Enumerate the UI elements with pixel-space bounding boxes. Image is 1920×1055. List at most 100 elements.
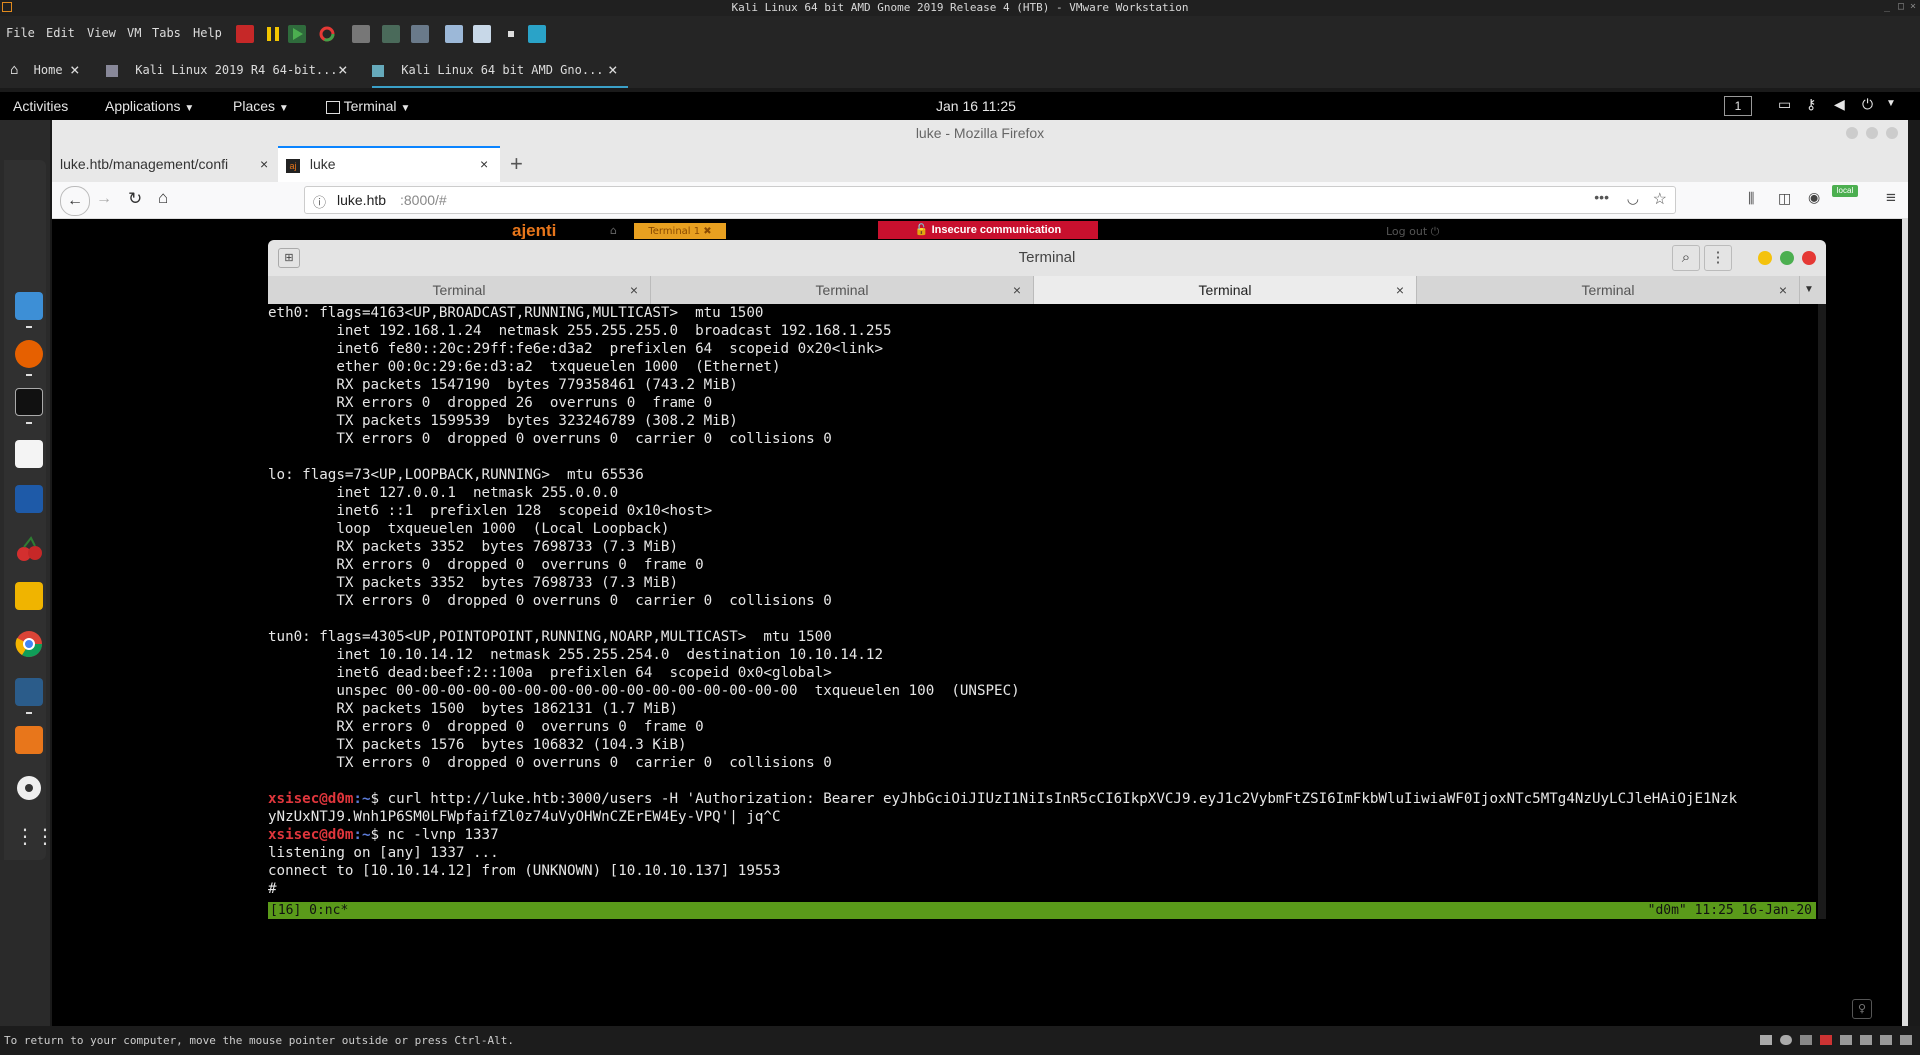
account-icon[interactable]: ◉	[1808, 189, 1820, 206]
screen-icon[interactable]: ▭	[1778, 96, 1791, 113]
refresh-icon[interactable]	[318, 25, 336, 43]
sound-icon[interactable]	[1840, 1035, 1852, 1045]
power-menu-icon[interactable]: ⏻	[1862, 96, 1873, 113]
back-button[interactable]: ←	[60, 186, 90, 216]
power-off-icon[interactable]	[236, 25, 254, 43]
settings-icon[interactable]	[15, 678, 43, 706]
logout-link[interactable]: Log out ⏻	[1386, 225, 1439, 239]
firefox-tab-luke[interactable]: aj luke ×	[278, 146, 500, 182]
reload-button[interactable]: ↻	[128, 189, 142, 209]
maximize-icon[interactable]: □	[1896, 2, 1906, 12]
console-view-icon[interactable]	[528, 25, 546, 43]
key-icon[interactable]: ⚷	[1806, 96, 1816, 113]
close-tab-icon[interactable]: ×	[1779, 276, 1787, 304]
forward-button[interactable]: →	[96, 190, 112, 208]
minimize-icon[interactable]	[1758, 251, 1772, 265]
terminal-tab-4[interactable]: Terminal ×	[1417, 276, 1800, 304]
terminal-tab-1[interactable]: Terminal ×	[268, 276, 651, 304]
hdd-icon[interactable]	[1760, 1035, 1772, 1045]
close-icon[interactable]	[1802, 251, 1816, 265]
close-tab-icon[interactable]: ×	[260, 146, 268, 182]
firefox-tab-management[interactable]: luke.htb/management/confi ×	[60, 146, 274, 182]
lightbulb-icon[interactable]: ♀	[1852, 999, 1872, 1019]
hamburger-menu-icon[interactable]: ≡	[1886, 188, 1896, 208]
terminal-icon[interactable]	[15, 388, 43, 416]
menu-view[interactable]: View	[87, 26, 116, 40]
apps-grid-icon[interactable]: ⋮⋮⋮	[15, 822, 75, 850]
maximize-icon[interactable]	[1780, 251, 1794, 265]
applications-menu[interactable]: Applications ▼	[105, 98, 194, 114]
firefox-icon[interactable]	[15, 340, 43, 368]
page-actions-icon[interactable]: •••	[1594, 189, 1609, 205]
unity-icon[interactable]	[502, 25, 520, 43]
chrome-icon[interactable]	[15, 630, 43, 658]
cherrytree-icon[interactable]	[15, 535, 43, 563]
vmware-tab-home[interactable]: ⌂ Home ×	[10, 52, 90, 88]
usb-icon[interactable]	[1820, 1035, 1832, 1045]
activities-button[interactable]: Activities	[13, 98, 68, 114]
minimize-icon[interactable]	[1846, 127, 1858, 139]
close-icon[interactable]: ×	[1908, 2, 1918, 12]
metasploit-icon[interactable]	[15, 485, 43, 513]
new-tab-button[interactable]: +	[510, 146, 523, 182]
message-icon[interactable]	[1880, 1035, 1892, 1045]
menu-vm[interactable]: VM	[127, 26, 141, 40]
workspace-indicator[interactable]: 1	[1724, 96, 1752, 116]
snapshot-manager-icon[interactable]	[411, 25, 429, 43]
search-icon[interactable]: ⌕	[1672, 245, 1700, 271]
ajenti-home-icon[interactable]: ⌂	[610, 224, 617, 237]
cd-icon[interactable]	[1780, 1035, 1792, 1045]
volume-icon[interactable]: ◀	[1834, 96, 1845, 113]
close-tab-icon[interactable]: ×	[1013, 276, 1021, 304]
caret-down-icon[interactable]: ▼	[1886, 98, 1896, 109]
url-bar[interactable]: ⓘ luke.htb :8000/# ••• ◡ ☆	[304, 186, 1676, 214]
close-tab-icon[interactable]: ×	[1396, 276, 1404, 304]
close-tab-icon[interactable]: ×	[608, 52, 618, 88]
revert-snapshot-icon[interactable]	[382, 25, 400, 43]
ajenti-terminal-tab[interactable]: Terminal 1 ✖	[634, 223, 726, 239]
close-tab-icon[interactable]: ×	[630, 276, 638, 304]
library-icon[interactable]: ⫼	[1748, 190, 1754, 207]
menu-file[interactable]: File	[6, 26, 35, 40]
home-button[interactable]: ⌂	[158, 188, 168, 208]
close-tab-icon[interactable]: ×	[70, 52, 80, 88]
menu-edit[interactable]: Edit	[46, 26, 75, 40]
terminal-app-menu[interactable]: Terminal ▼	[326, 98, 410, 114]
kebab-menu-icon[interactable]: ⋮	[1704, 245, 1732, 271]
terminal-output[interactable]: eth0: flags=4163<UP,BROADCAST,RUNNING,MU…	[268, 304, 1826, 919]
disk-icon[interactable]	[15, 774, 43, 802]
fullscreen-icon[interactable]	[473, 25, 491, 43]
library-icon[interactable]	[445, 25, 463, 43]
fullscreen-toggle-icon[interactable]	[1900, 1035, 1912, 1045]
play-icon[interactable]	[288, 25, 306, 43]
close-tab-icon[interactable]: ×	[338, 52, 348, 88]
menu-help[interactable]: Help	[193, 26, 222, 40]
insecure-warning[interactable]: 🔓 Insecure communication	[878, 221, 1098, 239]
bookmark-star-icon[interactable]: ☆	[1653, 189, 1667, 209]
maximize-icon[interactable]	[1866, 127, 1878, 139]
terminal-tab-2[interactable]: Terminal ×	[651, 276, 1034, 304]
terminal-tab-3-active[interactable]: Terminal ×	[1034, 276, 1417, 304]
pocket-icon[interactable]: ◡	[1627, 190, 1639, 207]
clock[interactable]: Jan 16 11:25	[936, 98, 1016, 114]
terminal-scrollbar[interactable]	[1818, 304, 1826, 919]
burpsuite-icon[interactable]	[15, 726, 43, 754]
vmware-tab-kali-r4[interactable]: Kali Linux 2019 R4 64-bit... ×	[106, 52, 356, 88]
sidebar-icon[interactable]: ◫	[1778, 190, 1791, 207]
tabs-dropdown-icon[interactable]: ▼	[1804, 276, 1814, 304]
page-scrollbar[interactable]	[1902, 219, 1908, 1026]
minimize-icon[interactable]: _	[1882, 2, 1892, 12]
pause-icon[interactable]	[264, 25, 282, 43]
text-editor-icon[interactable]	[15, 440, 43, 468]
close-icon[interactable]	[1886, 127, 1898, 139]
snapshot-icon[interactable]	[352, 25, 370, 43]
display-icon[interactable]	[1860, 1035, 1872, 1045]
info-icon[interactable]: ⓘ	[313, 192, 326, 211]
files-icon[interactable]	[15, 292, 43, 320]
vmware-tab-kali-amd[interactable]: Kali Linux 64 bit AMD Gno... ×	[372, 52, 628, 88]
network-icon[interactable]	[1800, 1035, 1812, 1045]
maltego-icon[interactable]	[15, 582, 43, 610]
places-menu[interactable]: Places ▼	[233, 98, 289, 114]
menu-tabs[interactable]: Tabs	[152, 26, 181, 40]
local-badge[interactable]: local	[1832, 185, 1858, 197]
